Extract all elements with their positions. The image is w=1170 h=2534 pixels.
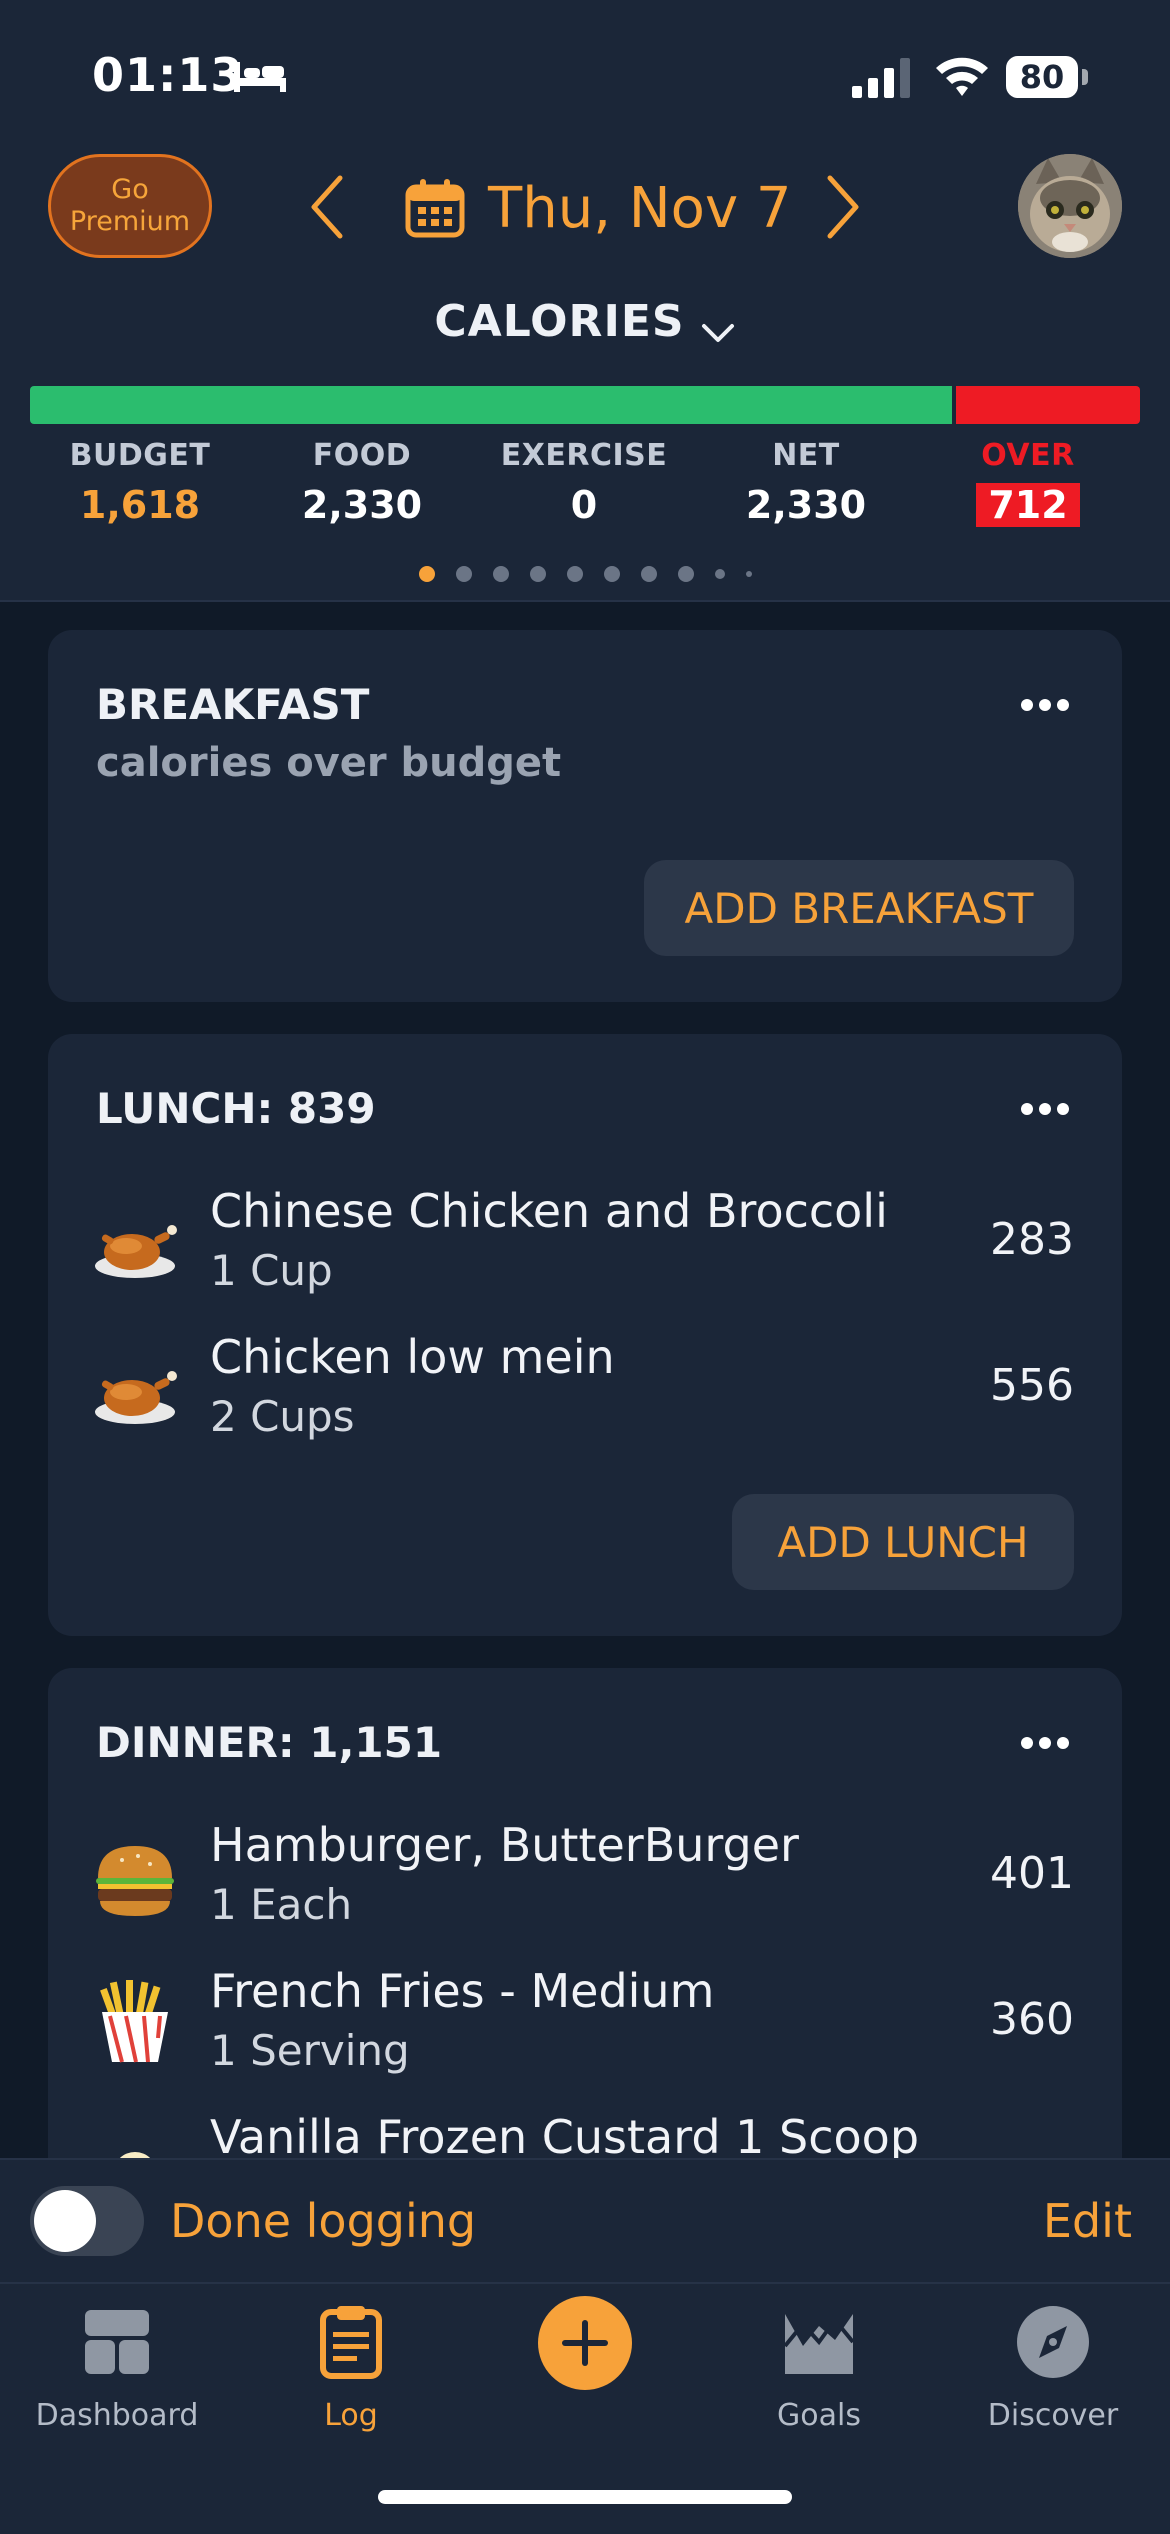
metric-dropdown[interactable]: CALORIES xyxy=(0,296,1170,347)
quick-add-button[interactable] xyxy=(538,2296,632,2390)
compass-icon xyxy=(1017,2306,1089,2378)
food-value: 2,330 xyxy=(301,483,423,527)
home-indicator xyxy=(378,2490,792,2504)
food-stat: FOOD 2,330 xyxy=(257,438,467,527)
avatar[interactable] xyxy=(1018,154,1122,258)
page-dot[interactable] xyxy=(455,566,472,582)
breakfast-title: BREAKFAST xyxy=(96,680,370,729)
food-entry[interactable]: Chinese Chicken and Broccoli 1 Cup 283 xyxy=(48,1184,1122,1314)
tab-label: Dashboard xyxy=(35,2398,199,2433)
food-name: French Fries - Medium xyxy=(210,1964,715,2018)
exercise-label: EXERCISE xyxy=(500,438,668,473)
clipboard-icon xyxy=(320,2306,382,2379)
page-dot[interactable] xyxy=(418,566,435,582)
page-dot[interactable] xyxy=(492,566,509,582)
net-label: NET xyxy=(772,438,840,473)
previous-day-chevron-icon[interactable] xyxy=(306,172,346,242)
lunch-card: LUNCH: 839 Chinese Chicken and Broccoli … xyxy=(48,1034,1122,1636)
food-entry[interactable]: Chicken low mein 2 Cups 556 xyxy=(48,1330,1122,1460)
wifi-icon xyxy=(936,57,988,96)
food-serving: 1 Serving xyxy=(210,2026,410,2075)
food-name: Chinese Chicken and Broccoli xyxy=(210,1184,888,1238)
page-dot[interactable] xyxy=(714,569,725,579)
calories-over-bar xyxy=(956,386,1140,424)
food-name: Vanilla Frozen Custard 1 Scoop xyxy=(210,2110,920,2164)
page-dot[interactable] xyxy=(603,566,620,582)
budget-value: 1,618 xyxy=(79,483,201,527)
food-name: Chicken low mein xyxy=(210,1330,615,1384)
add-breakfast-button[interactable]: ADD BREAKFAST xyxy=(644,860,1074,956)
net-value: 2,330 xyxy=(745,483,867,527)
done-logging-toggle[interactable] xyxy=(30,2186,144,2256)
lunch-title: LUNCH: 839 xyxy=(96,1084,376,1133)
breakfast-card: BREAKFAST calories over budget ADD BREAK… xyxy=(48,630,1122,1002)
food-name: Hamburger, ButterBurger xyxy=(210,1818,799,1872)
tab-label: Discover xyxy=(987,2398,1119,2433)
more-options-icon[interactable] xyxy=(1020,698,1070,712)
exercise-stat: EXERCISE 0 xyxy=(479,438,689,527)
battery-level: 80 xyxy=(1006,56,1078,98)
food-calories: 283 xyxy=(990,1214,1074,1265)
toggle-knob xyxy=(34,2190,96,2252)
over-label: OVER xyxy=(981,438,1075,473)
current-date: Thu, Nov 7 xyxy=(488,175,792,241)
page-dot[interactable] xyxy=(745,571,752,577)
more-options-icon[interactable] xyxy=(1020,1102,1070,1116)
exercise-value: 0 xyxy=(570,483,598,527)
over-stat: OVER 712 xyxy=(923,438,1133,527)
food-calories: 401 xyxy=(990,1848,1074,1899)
go-premium-button[interactable]: Go Premium xyxy=(48,154,212,258)
date-selector[interactable]: Thu, Nov 7 xyxy=(404,170,792,246)
goals-chart-icon xyxy=(783,2314,855,2374)
tab-dashboard[interactable]: Dashboard xyxy=(0,2302,234,2433)
food-serving: 1 Cup xyxy=(210,1246,333,1295)
food-entry[interactable]: French Fries - Medium 1 Serving 360 xyxy=(48,1964,1122,2094)
page-dot[interactable] xyxy=(529,566,546,582)
calendar-icon xyxy=(405,179,465,238)
budget-label: BUDGET xyxy=(69,438,211,473)
battery-indicator: 80 xyxy=(1006,56,1088,98)
tab-discover[interactable]: Discover xyxy=(936,2302,1170,2433)
chevron-down-icon xyxy=(701,323,734,342)
more-options-icon[interactable] xyxy=(1020,1736,1070,1750)
page-dot[interactable] xyxy=(640,566,657,582)
food-label: FOOD xyxy=(312,438,412,473)
dashboard-icon xyxy=(85,2310,149,2374)
tab-log[interactable]: Log xyxy=(234,2302,468,2433)
sleep-focus-icon xyxy=(234,62,286,92)
tab-goals[interactable]: Goals xyxy=(702,2302,936,2433)
next-day-chevron-icon[interactable] xyxy=(824,172,864,242)
calories-consumed-bar xyxy=(30,386,952,424)
cat-avatar-icon xyxy=(1018,154,1122,258)
add-lunch-button[interactable]: ADD LUNCH xyxy=(732,1494,1074,1590)
net-stat: NET 2,330 xyxy=(701,438,911,527)
food-serving: 2 Cups xyxy=(210,1392,355,1441)
roast-chicken-icon xyxy=(95,1225,177,1278)
food-calories: 360 xyxy=(990,1994,1074,2045)
page-indicator[interactable] xyxy=(0,566,1170,582)
battery-tip xyxy=(1082,69,1088,85)
page-dot[interactable] xyxy=(566,566,583,582)
over-value: 712 xyxy=(976,483,1080,527)
page-dot[interactable] xyxy=(677,566,694,582)
status-time: 01:13 xyxy=(92,48,244,102)
tab-label: Log xyxy=(324,2398,378,2433)
hamburger-icon xyxy=(96,1846,174,1916)
dinner-title: DINNER: 1,151 xyxy=(96,1718,443,1767)
budget-stat: BUDGET 1,618 xyxy=(35,438,245,527)
breakfast-subtitle: calories over budget xyxy=(96,740,562,786)
food-calories: 556 xyxy=(990,1360,1074,1411)
tab-label: Goals xyxy=(777,2398,861,2433)
edit-button[interactable]: Edit xyxy=(1043,2194,1132,2248)
food-serving: 1 Each xyxy=(210,1880,353,1929)
metric-label: CALORIES xyxy=(434,296,685,347)
header: 01:13 80 Go Premium Thu, Nov 7 CALORIES … xyxy=(0,0,1170,602)
french-fries-icon xyxy=(100,1980,168,2063)
done-logging-label: Done logging xyxy=(170,2194,477,2248)
done-logging-bar: Done logging Edit xyxy=(0,2158,1170,2282)
food-entry[interactable]: Hamburger, ButterBurger 1 Each 401 xyxy=(48,1818,1122,1948)
plus-icon xyxy=(562,2320,608,2366)
cellular-signal-icon xyxy=(852,58,910,98)
roast-chicken-icon xyxy=(95,1371,177,1424)
